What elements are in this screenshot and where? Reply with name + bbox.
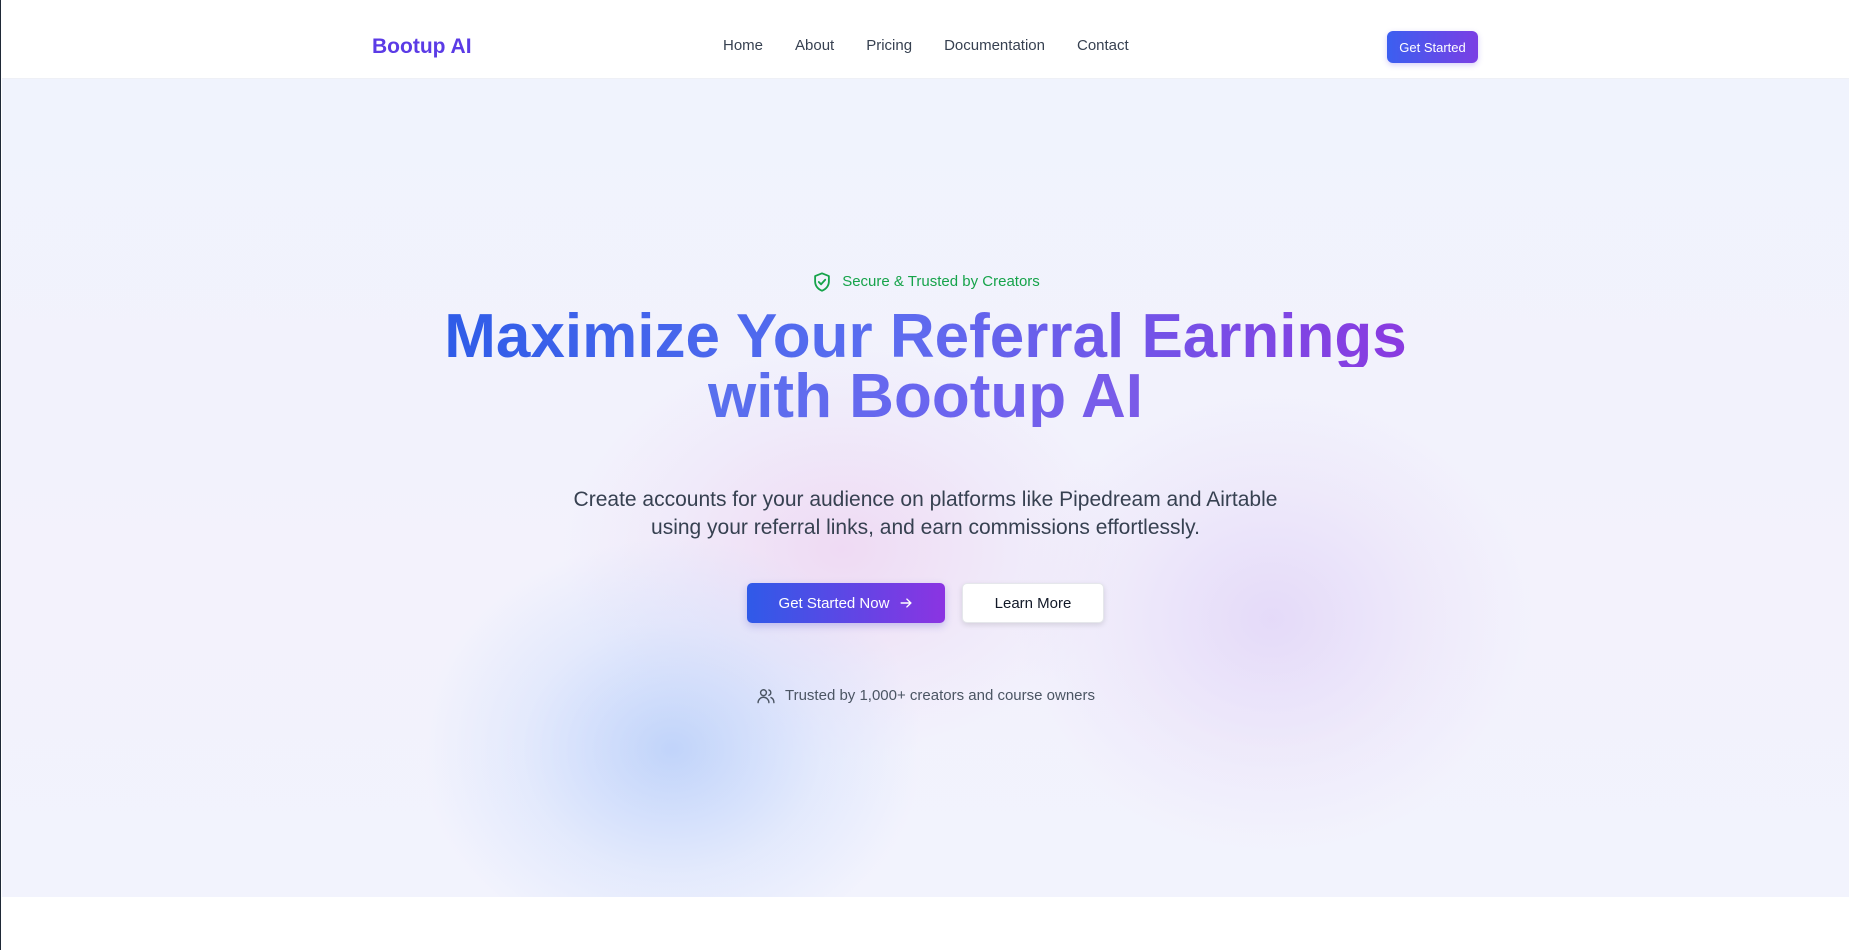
users-icon — [757, 689, 775, 704]
hero-subtext: Create accounts for your audience on pla… — [2, 486, 1849, 542]
hero-headline: Maximize Your Referral Earnings with Boo… — [2, 302, 1849, 431]
page: Bootup AI Home About Pricing Documentati… — [0, 0, 1849, 950]
header-get-started-button[interactable]: Get Started — [1387, 31, 1478, 63]
nav-link-home[interactable]: Home — [723, 36, 763, 56]
trust-badge: Secure & Trusted by Creators — [2, 271, 1849, 293]
nav-link-contact[interactable]: Contact — [1077, 36, 1129, 56]
nav-link-about[interactable]: About — [795, 36, 834, 56]
badge-text: Secure & Trusted by Creators — [842, 273, 1040, 290]
subtext-line-2: using your referral links, and earn comm… — [651, 516, 1200, 539]
subtext-line-1: Create accounts for your audience on pla… — [573, 488, 1278, 511]
trust-line: Trusted by 1,000+ creators and course ow… — [2, 686, 1849, 706]
nav-link-pricing[interactable]: Pricing — [866, 36, 912, 56]
next-section — [2, 897, 1849, 950]
site-header: Bootup AI Home About Pricing Documentati… — [2, 0, 1849, 79]
get-started-now-button[interactable]: Get Started Now — [747, 583, 945, 623]
brand-logo[interactable]: Bootup AI — [372, 33, 472, 61]
headline-line-2: with Bootup AI — [707, 362, 1144, 431]
main-nav: Home About Pricing Documentation Contact — [723, 36, 1129, 56]
shield-check-icon — [814, 272, 830, 292]
headline-line-1: Maximize Your Referral Earnings — [444, 302, 1407, 371]
learn-more-button[interactable]: Learn More — [962, 583, 1104, 623]
arrow-right-icon — [900, 598, 912, 608]
trust-text: Trusted by 1,000+ creators and course ow… — [784, 687, 1096, 704]
hero-section: Secure & Trusted by Creators Maximize Yo… — [2, 79, 1849, 897]
nav-link-documentation[interactable]: Documentation — [944, 36, 1045, 56]
hero-cta-row: Get Started Now Learn More — [747, 583, 1104, 623]
get-started-now-label: Get Started Now — [778, 594, 890, 612]
